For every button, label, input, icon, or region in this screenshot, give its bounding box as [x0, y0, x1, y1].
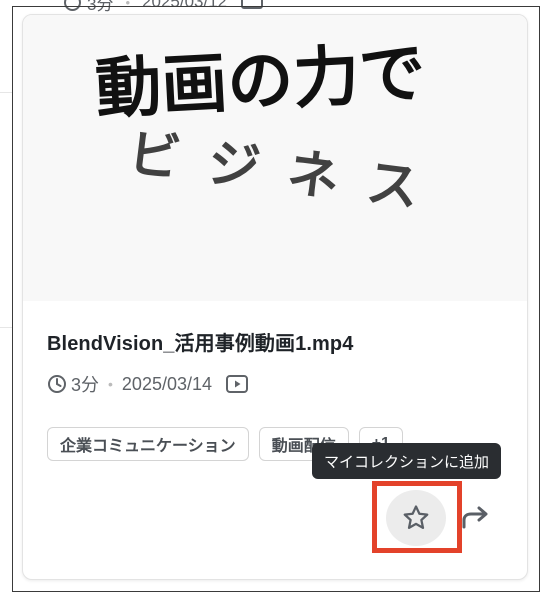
- favorite-tooltip: マイコレクションに追加: [312, 443, 502, 479]
- add-to-collection-button[interactable]: [386, 490, 446, 546]
- star-icon: [403, 505, 429, 529]
- video-title[interactable]: BlendVision_活用事例動画1.mp4: [47, 327, 353, 356]
- video-card[interactable]: 動画の力で ビジネス BlendVision_活用事例動画1.mp4 3分 • …: [22, 14, 528, 580]
- video-date: 2025/03/14: [121, 373, 213, 394]
- previous-card-edge: [0, 92, 12, 328]
- video-meta: 3分 • 2025/03/14: [47, 371, 249, 397]
- video-thumbnail[interactable]: 動画の力で ビジネス: [23, 15, 527, 301]
- video-duration: 3分: [71, 375, 100, 395]
- tag-item[interactable]: 企業コミュニケーション: [47, 427, 249, 461]
- share-button[interactable]: [459, 503, 493, 533]
- clock-icon: [48, 375, 66, 393]
- share-arrow-icon: [462, 506, 488, 529]
- separator-dot: •: [108, 376, 113, 392]
- video-icon: [226, 375, 249, 393]
